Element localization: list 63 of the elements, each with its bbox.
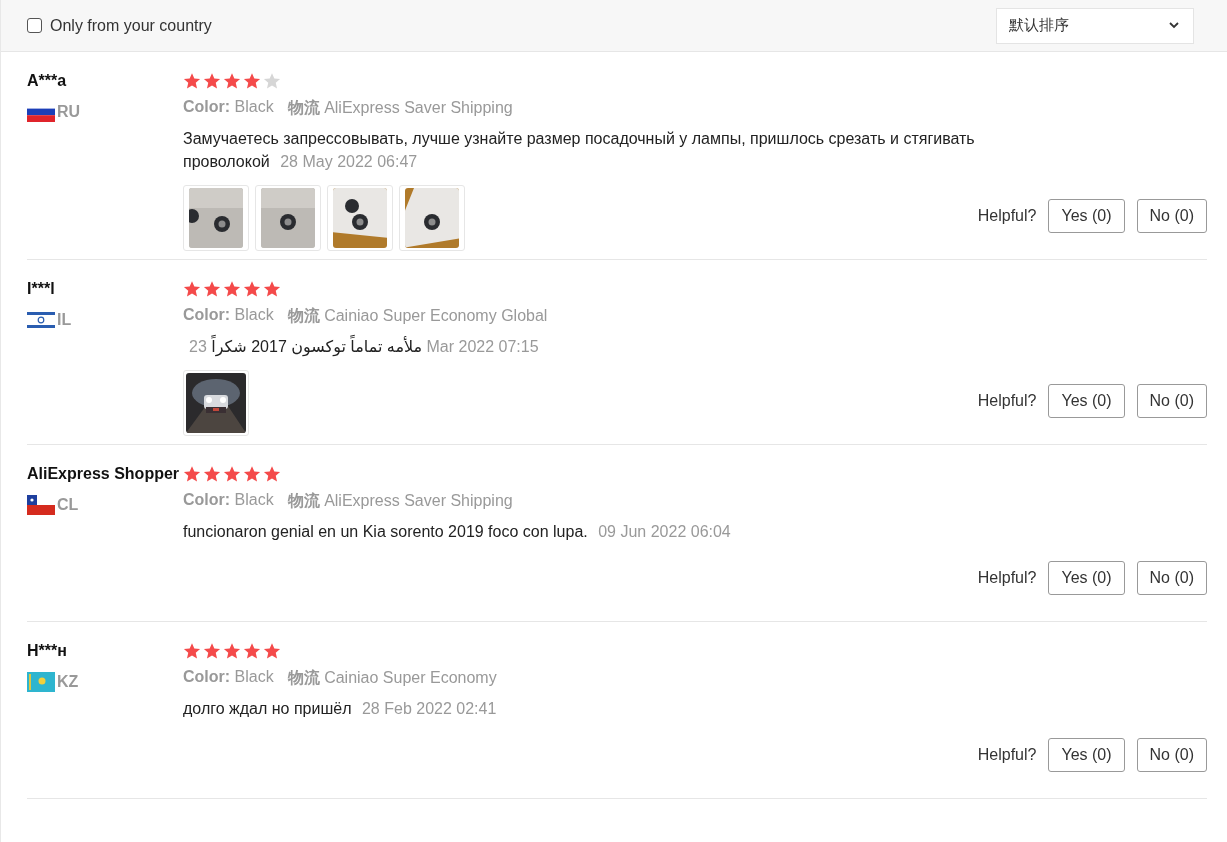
photo-thumbnail[interactable]	[255, 185, 321, 251]
star-icon	[183, 465, 201, 483]
sort-dropdown[interactable]: 默认排序	[996, 7, 1194, 44]
star-icon	[223, 642, 241, 660]
color-info: Color: Black	[183, 306, 274, 325]
shipping-info: 物流 Cainiao Super Economy	[287, 668, 497, 688]
star-icon	[183, 642, 201, 660]
reviewer-name: A***a	[27, 72, 68, 90]
shipping-info: 物流 AliExpress Saver Shipping	[287, 98, 513, 118]
reviewer-name: I***l	[27, 280, 56, 298]
color-info: Color: Black	[183, 668, 274, 687]
helpful-label: Helpful?	[977, 569, 1037, 587]
star-icon	[263, 72, 281, 90]
star-icon	[223, 280, 241, 298]
shipping-info: 物流 Cainiao Super Economy Global	[287, 306, 548, 326]
no-button[interactable]: No (0)	[1136, 199, 1207, 233]
yes-button[interactable]: Yes (0)	[1048, 199, 1125, 233]
helpful-label: Helpful?	[977, 746, 1037, 764]
yes-button[interactable]: Yes (0)	[1048, 384, 1125, 418]
star-icon	[243, 72, 261, 90]
star-icon	[203, 72, 221, 90]
photo-thumbnail[interactable]	[183, 370, 249, 436]
no-button[interactable]: No (0)	[1136, 738, 1207, 772]
star-icon	[223, 72, 241, 90]
reviewer-name: H***н	[27, 642, 68, 660]
review-text: долго ждал но пришёл 28 Feb 2022 02:41	[183, 699, 498, 719]
chevron-down-icon	[1169, 22, 1179, 29]
no-button[interactable]: No (0)	[1136, 561, 1207, 595]
country-code: KZ	[57, 673, 79, 691]
color-info: Color: Black	[183, 491, 274, 510]
star-icon	[263, 642, 281, 660]
photo-thumbnail[interactable]	[183, 185, 249, 251]
shipping-info: 物流 AliExpress Saver Shipping	[287, 491, 513, 511]
star-icon	[243, 642, 261, 660]
star-icon	[203, 280, 221, 298]
reviewer-name: AliExpress Shopper	[27, 465, 181, 483]
checkbox[interactable]	[27, 18, 42, 33]
star-icon	[223, 465, 241, 483]
star-icon	[243, 465, 261, 483]
country-code: IL	[57, 311, 72, 329]
no-button[interactable]: No (0)	[1136, 384, 1207, 418]
flag-icon	[27, 495, 55, 515]
star-icon	[183, 72, 201, 90]
review-text: funcionaron genial en un Kia sorento 2019 foco con lupa. 09 Jun 2022 06:04	[183, 522, 732, 542]
photo-thumbnail[interactable]	[327, 185, 393, 251]
star-icon	[263, 280, 281, 298]
star-icon	[263, 465, 281, 483]
star-icon	[203, 465, 221, 483]
country-code: CL	[57, 496, 79, 514]
flag-icon	[27, 310, 55, 330]
flag-icon	[27, 672, 55, 692]
helpful-label: Helpful?	[977, 392, 1037, 410]
star-icon	[243, 280, 261, 298]
country-code: RU	[57, 103, 81, 121]
color-info: Color: Black	[183, 98, 274, 117]
star-icon	[203, 642, 221, 660]
yes-button[interactable]: Yes (0)	[1048, 561, 1125, 595]
review-text: Замучаетесь запрессовывать, лучше узнайте размер посадочный у лампы, пришлось срезать и стягивать проволокой 28 May 2022 06:47	[183, 129, 976, 172]
photo-thumbnail[interactable]	[399, 185, 465, 251]
star-icon	[183, 280, 201, 298]
helpful-label: Helpful?	[977, 207, 1037, 225]
yes-button[interactable]: Yes (0)	[1048, 738, 1125, 772]
checkbox-label: Only from your country	[50, 16, 212, 35]
